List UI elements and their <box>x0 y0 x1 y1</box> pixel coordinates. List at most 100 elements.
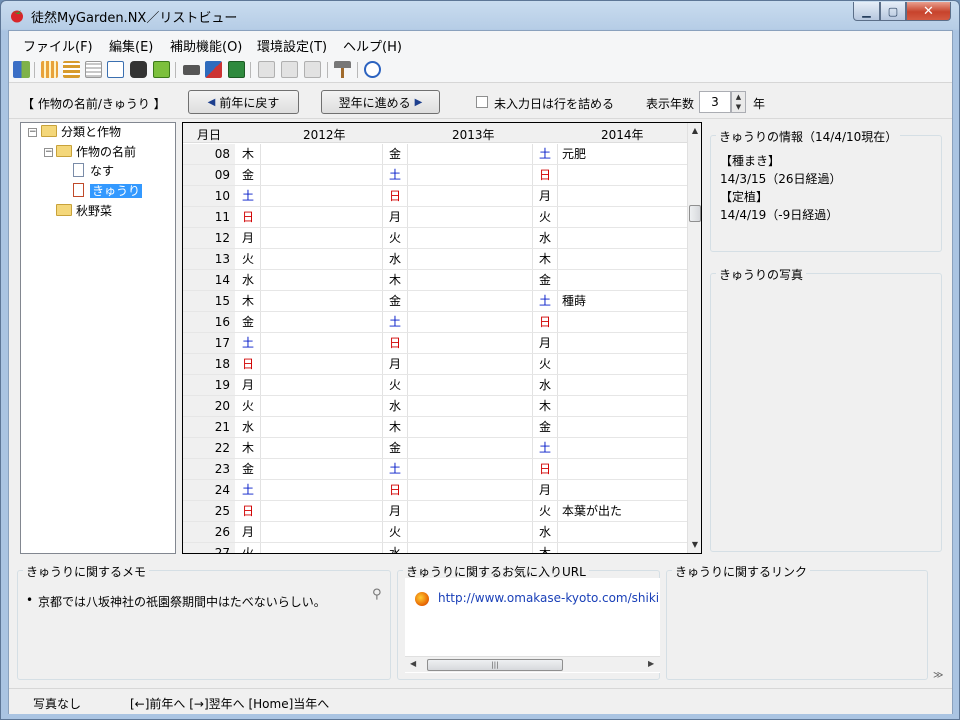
memo-cell[interactable] <box>408 165 533 185</box>
memo-cell[interactable] <box>261 438 383 458</box>
camera-icon[interactable] <box>130 61 147 78</box>
table-row[interactable]: 18 日 月 火 <box>183 354 687 375</box>
network-icon[interactable] <box>205 61 222 78</box>
table-row[interactable]: 08 木 金 土元肥 <box>183 144 687 165</box>
table-row[interactable]: 13 火 水 木 <box>183 249 687 270</box>
table-row[interactable]: 14 水 木 金 <box>183 270 687 291</box>
root-expander[interactable]: − <box>28 128 37 137</box>
hammer-icon[interactable] <box>334 61 351 78</box>
memo-cell[interactable] <box>261 480 383 500</box>
memo-cell[interactable] <box>408 186 533 206</box>
notepad-icon[interactable] <box>107 61 124 78</box>
memo-cell[interactable] <box>261 459 383 479</box>
table-row[interactable]: 20 火 水 木 <box>183 396 687 417</box>
doc3-icon[interactable] <box>304 61 321 78</box>
menu-file[interactable]: ファイル(F) <box>23 36 93 55</box>
skip-empty-checkbox[interactable] <box>476 96 488 108</box>
memo-cell[interactable] <box>558 522 687 542</box>
memo-cell[interactable] <box>408 522 533 542</box>
url-horizontal-scrollbar[interactable]: ◀ ||| ▶ <box>405 656 660 672</box>
memo-cell[interactable] <box>408 375 533 395</box>
memo-cell[interactable] <box>558 249 687 269</box>
memo-cell[interactable] <box>261 144 383 164</box>
memo-cell[interactable] <box>261 417 383 437</box>
scroll-thumb[interactable] <box>689 205 701 222</box>
favorite-url-link[interactable]: http://www.omakase-kyoto.com/shiki <box>438 591 660 605</box>
memo-cell[interactable] <box>408 438 533 458</box>
memo-cell[interactable] <box>408 228 533 248</box>
memo-cell[interactable] <box>261 375 383 395</box>
memo-cell[interactable] <box>558 417 687 437</box>
memo-cell[interactable] <box>408 207 533 227</box>
memo-cell[interactable] <box>408 459 533 479</box>
green-book-icon[interactable] <box>153 61 170 78</box>
memo-cell[interactable] <box>261 228 383 248</box>
menu-tools[interactable]: 補助機能(O) <box>170 36 242 55</box>
title-bar[interactable]: 徒然MyGarden.NX／リストビュー ▁ ▢ ✕ <box>1 1 959 30</box>
zoom-icon[interactable]: ⚲ <box>372 587 386 602</box>
tree-node-autumn[interactable]: 秋野菜 <box>56 202 112 221</box>
spin-up-icon[interactable]: ▲ <box>732 92 745 102</box>
memo-cell[interactable]: 種蒔 <box>558 291 687 311</box>
memo-cell[interactable] <box>558 333 687 353</box>
memo-cell[interactable] <box>261 186 383 206</box>
skip-empty-label[interactable]: 未入力日は行を詰める <box>494 95 614 112</box>
memo-cell[interactable] <box>558 186 687 206</box>
memo-cell[interactable] <box>558 165 687 185</box>
memo-cell[interactable] <box>408 417 533 437</box>
memo-cell[interactable] <box>558 543 687 553</box>
menu-help[interactable]: ヘルプ(H) <box>343 36 402 55</box>
memo-cell[interactable] <box>408 354 533 374</box>
memo-cell[interactable] <box>558 438 687 458</box>
memo-cell[interactable] <box>261 165 383 185</box>
table-row[interactable]: 17 土 日 月 <box>183 333 687 354</box>
chevron-down-icon[interactable]: ≫ <box>933 670 943 681</box>
memo-cell[interactable] <box>261 207 383 227</box>
memo-cell[interactable] <box>261 396 383 416</box>
memo-cell[interactable] <box>408 312 533 332</box>
memo-cell[interactable] <box>558 270 687 290</box>
keyboard-icon[interactable] <box>183 65 200 75</box>
memo-cell[interactable] <box>261 522 383 542</box>
memo-cell[interactable] <box>558 396 687 416</box>
table-row[interactable]: 22 木 金 土 <box>183 438 687 459</box>
table-row[interactable]: 16 金 土 日 <box>183 312 687 333</box>
table-row[interactable]: 19 月 火 水 <box>183 375 687 396</box>
memo-cell[interactable] <box>558 354 687 374</box>
menu-edit[interactable]: 編集(E) <box>109 36 153 55</box>
memo-cell[interactable] <box>558 459 687 479</box>
tree-node-crop-name[interactable]: 作物の名前 <box>56 143 136 162</box>
memo-cell[interactable] <box>261 354 383 374</box>
table-row[interactable]: 21 水 木 金 <box>183 417 687 438</box>
scroll-left-icon[interactable]: ◀ <box>410 659 416 668</box>
memo-cell[interactable] <box>558 228 687 248</box>
calendar-icon[interactable] <box>63 61 80 78</box>
table-row[interactable]: 12 月 火 水 <box>183 228 687 249</box>
doc1-icon[interactable] <box>258 61 275 78</box>
table-row[interactable]: 10 土 日 月 <box>183 186 687 207</box>
spin-down-icon[interactable]: ▼ <box>732 102 745 112</box>
memo-cell[interactable] <box>408 543 533 553</box>
memo-cell[interactable] <box>558 480 687 500</box>
tree-node-kyuri[interactable]: きゅうり <box>73 182 143 201</box>
maximize-button[interactable]: ▢ <box>880 2 906 21</box>
memo-cell[interactable]: 元肥 <box>558 144 687 164</box>
table-row[interactable]: 11 日 月 火 <box>183 207 687 228</box>
memo-cell[interactable] <box>261 312 383 332</box>
tree-node-nasu[interactable]: なす <box>73 162 114 181</box>
memo-cell[interactable] <box>408 249 533 269</box>
menu-settings[interactable]: 環境設定(T) <box>257 36 327 55</box>
list-icon[interactable] <box>85 61 102 78</box>
memo-cell[interactable] <box>408 396 533 416</box>
prev-year-button[interactable]: ◀ 前年に戻す <box>188 90 299 114</box>
memo-cell[interactable] <box>261 249 383 269</box>
table-row[interactable]: 24 土 日 月 <box>183 480 687 501</box>
table-row[interactable]: 23 金 土 日 <box>183 459 687 480</box>
memo-cell[interactable] <box>408 270 533 290</box>
close-button[interactable]: ✕ <box>906 2 951 21</box>
help-icon[interactable] <box>364 61 381 78</box>
memo-cell[interactable] <box>558 312 687 332</box>
memo-cell[interactable] <box>558 207 687 227</box>
book-icon[interactable] <box>13 61 30 78</box>
years-spin-input[interactable]: 3 <box>699 91 731 113</box>
